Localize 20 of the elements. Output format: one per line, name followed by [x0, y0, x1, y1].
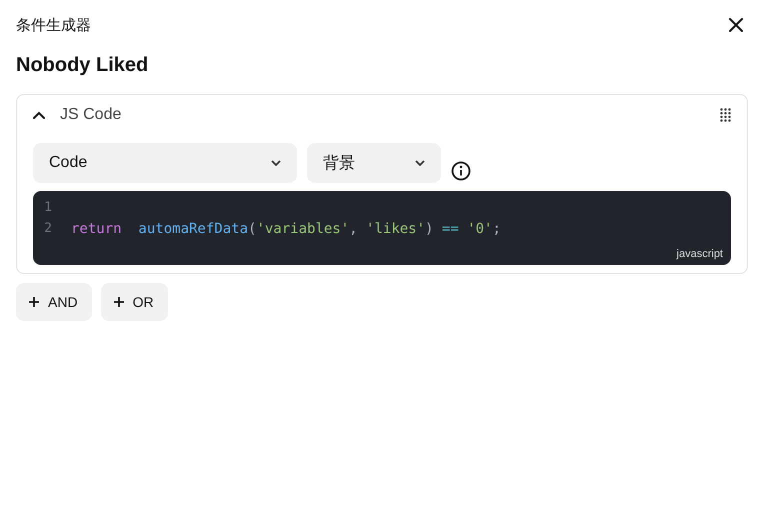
plus-icon: [112, 296, 125, 308]
close-icon[interactable]: [729, 18, 743, 32]
chevron-down-icon: [271, 160, 281, 166]
info-icon[interactable]: [451, 161, 471, 181]
chevron-icon[interactable]: [33, 111, 45, 119]
add-condition-button[interactable]: OR: [100, 283, 168, 321]
plus-icon: [28, 296, 40, 308]
line-number: 1: [43, 200, 53, 215]
dropdown-select[interactable]: Code: [33, 143, 297, 183]
language-label: javascript: [676, 248, 723, 260]
chevron-down-icon: [415, 160, 425, 166]
drag-handle-icon[interactable]: [720, 108, 731, 122]
dropdown-select[interactable]: 背景: [307, 143, 441, 183]
dialog-title: 条件生成器: [16, 16, 91, 34]
add-condition-button[interactable]: AND: [16, 283, 92, 321]
code-editor[interactable]: 1 2 return automaRefData('variables', 'likes') == '0'; javascript: [33, 191, 731, 265]
code-line: return automaRefData('variables', 'likes') == '0';: [71, 220, 501, 236]
group-label: JS Code: [60, 106, 122, 124]
line-number: 2: [43, 221, 53, 236]
condition-heading: Nobody Liked: [16, 54, 150, 77]
